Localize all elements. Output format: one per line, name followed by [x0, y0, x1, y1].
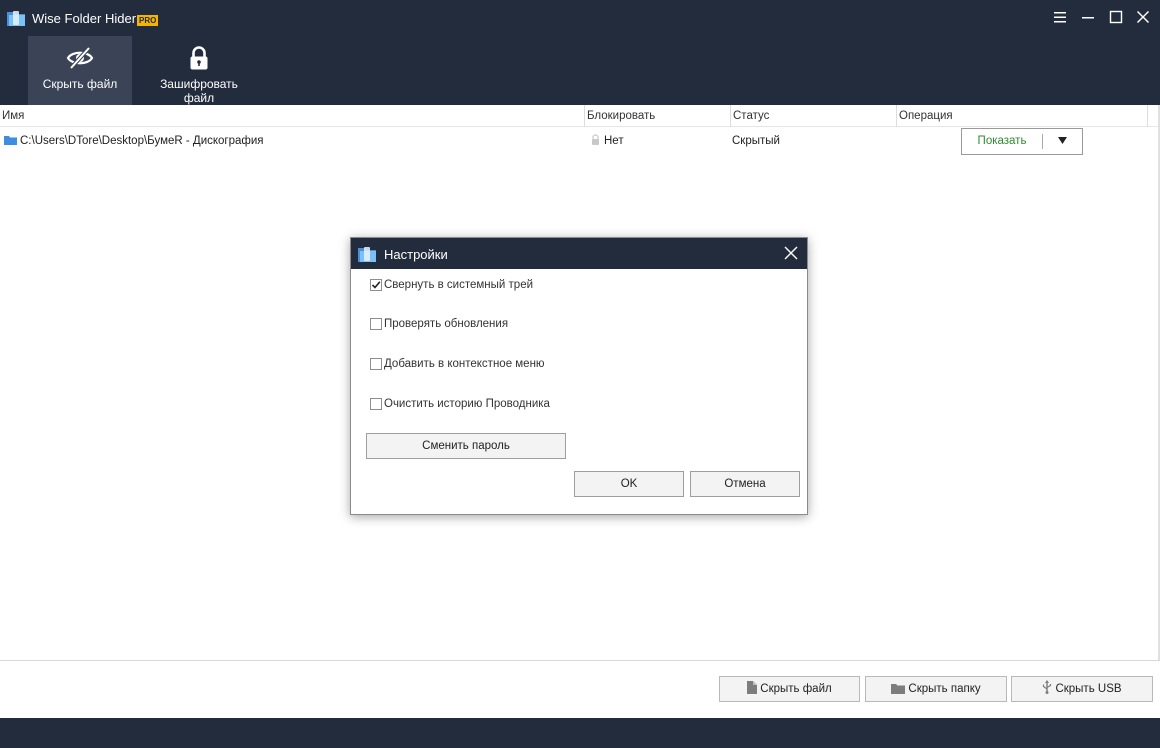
option-label: Проверять обновления [384, 318, 509, 330]
row-lock-value: Нет [604, 135, 624, 147]
table-header: Имя Блокировать Статус Операция [0, 105, 1160, 127]
bottom-hide-folder-label: Скрыть папку [908, 683, 981, 695]
bottom-hide-file-label: Скрыть файл [760, 683, 832, 695]
minimize-button[interactable] [1079, 8, 1097, 26]
maximize-icon [1109, 10, 1123, 24]
eye-slash-icon [66, 46, 94, 70]
row-name-cell: C:\Users\DTore\Desktop\БумеR - Дискограф… [4, 127, 264, 155]
folder-icon [891, 684, 906, 694]
maximize-button[interactable] [1107, 8, 1125, 26]
show-split-button: Показать [961, 128, 1083, 155]
pro-badge: PRO [137, 15, 159, 26]
close-icon[interactable] [783, 245, 799, 261]
cancel-button[interactable]: Отмена [690, 471, 800, 497]
show-button[interactable]: Показать [962, 129, 1042, 154]
close-button[interactable] [1134, 8, 1152, 26]
lock-icon [592, 134, 599, 145]
checkbox-clear-explorer-history[interactable] [370, 398, 382, 410]
bottom-hide-folder-button[interactable]: Скрыть папку [865, 676, 1007, 702]
close-icon [1136, 10, 1150, 24]
toolbar-encrypt-file-label: Зашифровать файл [160, 77, 238, 105]
bottom-hide-usb-label: Скрыть USB [1055, 683, 1122, 695]
bottom-hide-file-button[interactable]: Скрыть файл [719, 676, 860, 702]
toolbar-hide-file-label: Скрыть файл [42, 77, 118, 91]
option-label: Свернуть в системный трей [384, 279, 534, 291]
checkmark-icon [371, 281, 381, 289]
table-row[interactable]: C:\Users\DTore\Desktop\БумеR - Дискограф… [0, 127, 1160, 155]
row-status: Скрытый [732, 135, 780, 147]
toolbar-hide-file[interactable]: Скрыть файл [28, 36, 132, 105]
minimize-icon [1082, 17, 1094, 19]
app-header: Wise Folder Hider PRO Скрыть файл Зашифр… [0, 0, 1160, 105]
settings-dialog: Настройки Свернуть в системный трей Пров… [350, 237, 808, 515]
change-password-button[interactable]: Сменить пароль [366, 433, 566, 459]
file-icon [747, 681, 758, 694]
ok-button[interactable]: OK [574, 471, 684, 497]
column-header-name[interactable]: Имя [0, 105, 24, 127]
checkbox-minimize-to-tray[interactable] [370, 279, 382, 291]
checkbox-check-updates[interactable] [370, 318, 382, 330]
show-dropdown-button[interactable] [1043, 129, 1082, 154]
column-header-operation[interactable]: Операция [897, 105, 953, 127]
menu-button[interactable] [1051, 8, 1069, 26]
checkbox-context-menu[interactable] [370, 358, 382, 370]
folder-icon [4, 136, 17, 145]
app-title: Wise Folder Hider [32, 11, 137, 26]
app-logo-icon [7, 11, 25, 26]
triangle-down-icon [1058, 137, 1067, 144]
column-header-lock[interactable]: Блокировать [585, 105, 655, 127]
app-logo-icon [358, 247, 376, 262]
column-header-status[interactable]: Статус [731, 105, 769, 127]
option-label: Добавить в контекстное меню [384, 358, 545, 370]
lock-icon [190, 46, 208, 70]
hamburger-icon [1054, 12, 1066, 23]
bottom-hide-usb-button[interactable]: Скрыть USB [1011, 676, 1153, 702]
footer-bar [0, 718, 1160, 748]
toolbar-encrypt-file[interactable]: Зашифровать файл [146, 36, 252, 105]
bottom-divider [0, 660, 1160, 661]
row-path: C:\Users\DTore\Desktop\БумеR - Дискограф… [20, 135, 264, 147]
dialog-title: Настройки [384, 247, 448, 262]
option-label: Очистить историю Проводника [384, 398, 550, 410]
title-bar: Wise Folder Hider PRO [0, 0, 1160, 36]
usb-icon [1043, 680, 1052, 694]
column-divider [1147, 105, 1148, 127]
row-lock-cell: Нет [591, 127, 624, 155]
dialog-title-bar: Настройки [351, 238, 807, 269]
